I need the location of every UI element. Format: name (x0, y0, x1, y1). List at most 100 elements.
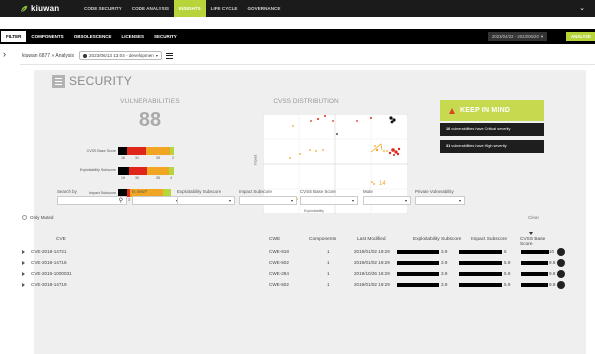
analyze-button[interactable]: ANALYZE (566, 32, 595, 41)
components-count: 1 (327, 249, 330, 254)
cvss-label: CVSS Base Score (300, 189, 336, 194)
subtab-obsolescence[interactable]: OBSOLESCENCE (69, 34, 117, 39)
components-count: 1 (327, 260, 330, 265)
insights-sub-navigation: FILTER COMPONENTS OBSOLESCENCE LICENSES … (0, 29, 595, 44)
column-header-last-modified[interactable]: Last Modified (357, 237, 386, 245)
cvss-y-axis-label: Impact (253, 154, 258, 166)
date-range-picker[interactable]: 2023/04/22 - 2023/06/20 ▾ (488, 32, 548, 41)
impact-bar (459, 250, 502, 254)
cvss-value: 10 (549, 249, 555, 254)
tab-code-security[interactable]: CODE SECURITY (79, 0, 127, 17)
exploitability-subscore-bar[interactable] (118, 167, 174, 175)
severity-critical-icon (557, 281, 565, 289)
column-header-impact[interactable]: Impact Subscore (471, 237, 507, 245)
exploitability-select[interactable]: ▾ (177, 196, 235, 205)
expand-sidebar-chevron-icon[interactable]: › (3, 49, 6, 59)
cvss-base-score-label: CVSS Base Score (86, 149, 116, 153)
mute-select[interactable]: ▾ (363, 196, 411, 205)
keep-in-mind-high[interactable]: 31 vulnerabilities have High severity (440, 140, 544, 153)
cve-id[interactable]: CVE-2016-1000031 (31, 269, 72, 279)
cvss-select[interactable]: ▾ (300, 196, 358, 205)
cve-id[interactable]: CVE-2018-14721 (31, 247, 67, 257)
components-count: 1 (327, 282, 330, 287)
tab-governance[interactable]: GOVERNANCE (242, 0, 285, 17)
impact-value: 5.9 (504, 282, 511, 287)
exploitability-value: 3.9 (441, 271, 448, 276)
subtab-components[interactable]: COMPONENTS (26, 34, 68, 39)
impact-select[interactable]: ▾ (239, 196, 297, 205)
expand-row-icon[interactable] (22, 261, 25, 265)
exploitability-bar (397, 250, 439, 254)
components-count: 1 (327, 271, 330, 276)
table-row[interactable]: CVE-2018-14719 CWE-502 1 2019/01/02 19:2… (18, 280, 565, 290)
cve-id[interactable]: CVE-2018-14719 (31, 280, 67, 290)
is-new-select[interactable]: ▾ (132, 196, 182, 205)
impact-label: Impact Subscore (239, 189, 272, 194)
analysis-selector[interactable]: 2023/06/13 13:04 - developmen ▾ (78, 51, 162, 60)
cve-id[interactable]: CVE-2018-14718 (31, 258, 67, 268)
account-chevron-down-icon[interactable]: ⌄ (579, 4, 585, 12)
tab-code-analysis[interactable]: CODE ANALYSIS (127, 0, 174, 17)
menu-icon[interactable] (165, 52, 173, 59)
filter-button[interactable]: FILTER (1, 31, 27, 42)
private-label: Private Vulnerability (415, 189, 454, 194)
last-modified: 2019/01/02 19:29 (354, 249, 390, 254)
is-new-label: Is new? (132, 189, 148, 194)
table-row[interactable]: CVE-2018-14721 CWE-918 1 2019/01/02 19:2… (18, 247, 565, 257)
severity-critical-icon (557, 270, 565, 278)
cvss-bar (521, 250, 549, 254)
search-icon: ⚲ (118, 198, 123, 204)
date-range-value: 2023/04/22 - 2023/06/20 (492, 34, 539, 39)
tab-insights[interactable]: INSIGHTS (173, 0, 206, 17)
chevron-down-icon: ▾ (540, 34, 544, 39)
last-modified: 2019/01/02 19:29 (354, 282, 390, 287)
private-select[interactable]: ▾ (415, 196, 465, 205)
keep-in-mind-critical[interactable]: 16 vulnerabilities have Critical severit… (440, 123, 544, 136)
vulnerabilities-heading: VULNERABILITIES (120, 98, 180, 105)
brand-name: kiuwan (31, 4, 60, 13)
only-muted-radio[interactable] (22, 215, 27, 220)
exploitability-subscore-label: Exploitability Subscore (79, 168, 116, 172)
chevron-down-icon: ▾ (290, 198, 293, 203)
breadcrumb: kiuwan 6877 » Analysis 2023/06/13 13:04 … (22, 51, 173, 60)
chevron-down-icon: ▾ (458, 198, 461, 203)
clear-filters-link[interactable]: Clear (528, 215, 539, 220)
impact-value: 6 (504, 249, 507, 254)
subtab-security[interactable]: SECURITY (149, 34, 182, 39)
table-row[interactable]: CVE-2016-1000031 CWE-284 1 2019/10/26 16… (18, 269, 565, 279)
kiuwan-logo[interactable]: kiuwan (20, 4, 62, 13)
table-row[interactable]: CVE-2018-14718 CWE-502 1 2019/01/02 19:2… (18, 258, 565, 268)
impact-bar (459, 283, 502, 287)
expand-row-icon[interactable] (22, 250, 25, 254)
search-input[interactable]: ⚲ (57, 196, 127, 205)
analysis-selector-value: 2023/06/13 13:04 - developmen (88, 53, 154, 58)
exploitability-value: 3.9 (441, 260, 448, 265)
impact-filter: Impact Subscore ▾ (239, 189, 297, 205)
impact-bar (459, 261, 502, 265)
kiuwan-leaf-icon (20, 5, 28, 12)
column-header-cwe[interactable]: CWE (269, 237, 280, 245)
column-header-exploitability[interactable]: Exploitability Subscore (413, 237, 461, 245)
subtab-licenses[interactable]: LICENSES (116, 34, 149, 39)
exploitability-bar (397, 261, 439, 265)
cvss-base-score-bar[interactable] (118, 147, 174, 155)
breadcrumb-text[interactable]: kiuwan 6877 » Analysis (22, 53, 74, 59)
cvss-value: 9.8 (549, 282, 556, 287)
column-header-components[interactable]: Components (309, 237, 336, 245)
expand-row-icon[interactable] (22, 283, 25, 287)
impact-value: 5.9 (504, 271, 511, 276)
column-header-cvss[interactable]: CVSS Base Score (520, 237, 548, 247)
analysis-status-icon (82, 53, 87, 58)
private-filter: Private Vulnerability ▾ (415, 189, 465, 205)
chevron-down-icon: ▾ (228, 198, 231, 203)
expand-row-icon[interactable] (22, 272, 25, 276)
column-header-cve[interactable]: CVE (56, 237, 66, 245)
cvss-distribution-heading: CVSS DISTRIBUTION (273, 98, 339, 105)
severity-critical-icon (557, 259, 565, 267)
list-icon (52, 74, 65, 88)
only-muted-toggle[interactable]: Only Muted (22, 215, 54, 220)
point-label-14: 14 (379, 181, 386, 187)
sort-descending-icon (529, 232, 533, 235)
tab-life-cycle[interactable]: LIFE CYCLE (206, 0, 243, 17)
chevron-down-icon: ▾ (351, 198, 354, 203)
